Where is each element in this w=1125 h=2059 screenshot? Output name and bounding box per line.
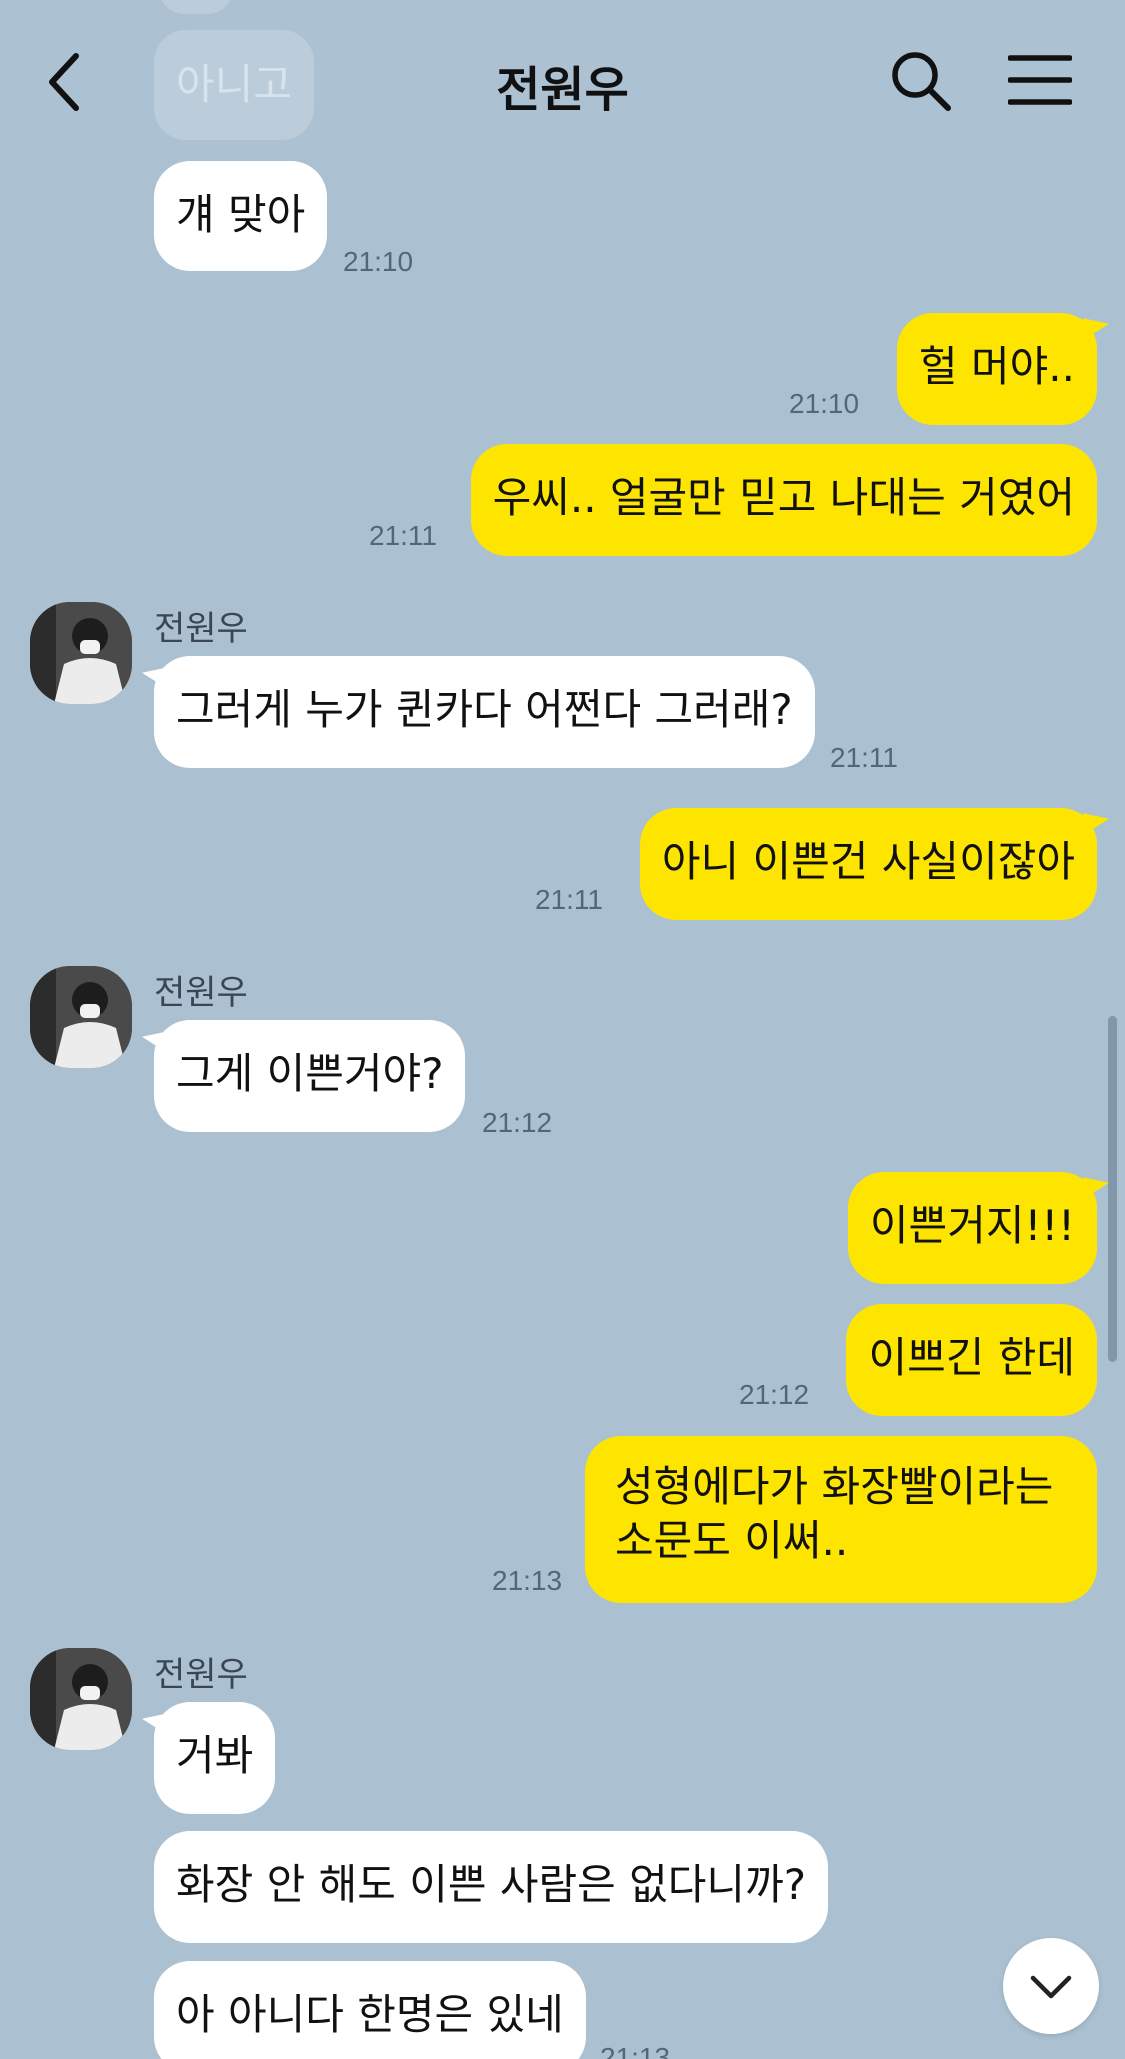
message-time: 21:12 bbox=[482, 1107, 553, 1138]
message-time: 21:10 bbox=[789, 388, 860, 419]
profile-photo-icon bbox=[30, 966, 132, 1068]
incoming-message-bubble[interactable]: 그러게 누가 퀸카다 어쩐다 그러래? bbox=[154, 656, 815, 768]
message-time: 21:11 bbox=[535, 884, 603, 915]
chevron-down-icon bbox=[1030, 1975, 1072, 1999]
outgoing-message-bubble[interactable]: 우씨.. 얼굴만 믿고 나대는 거였어 bbox=[470, 444, 1097, 556]
message-time: 21:10 bbox=[343, 246, 414, 277]
incoming-message-bubble[interactable]: 걔 맞아 bbox=[154, 161, 328, 271]
sender-name: 전원우 bbox=[154, 973, 248, 1013]
outgoing-message-bubble[interactable]: 이쁜거지!!! bbox=[847, 1172, 1097, 1284]
faded-previous-message: 아니고 bbox=[154, 30, 314, 140]
scroll-to-bottom-button[interactable] bbox=[1003, 1938, 1099, 2034]
outgoing-message-bubble[interactable]: 아니 이쁜건 사실이잖아 bbox=[639, 808, 1097, 920]
sender-name: 전원우 bbox=[154, 1655, 248, 1695]
chat-screen: 아니고 전원우 걔 맞아 21:10 헐 머야.. 21:10 우씨.. 얼굴만… bbox=[0, 0, 1125, 2059]
avatar[interactable] bbox=[30, 966, 132, 1068]
profile-photo-icon bbox=[30, 1648, 132, 1750]
sender-name: 전원우 bbox=[154, 609, 248, 649]
search-button[interactable] bbox=[888, 48, 954, 114]
outgoing-message-bubble[interactable]: 성형에다가 화장빨이라는 소문도 이써.. bbox=[585, 1436, 1097, 1603]
outgoing-message-bubble[interactable]: 이쁘긴 한데 bbox=[846, 1304, 1097, 1416]
search-icon bbox=[892, 52, 951, 111]
incoming-message-bubble[interactable]: 그게 이쁜거야? bbox=[154, 1020, 466, 1132]
message-time: 21:12 bbox=[739, 1379, 810, 1410]
menu-button[interactable] bbox=[1007, 52, 1073, 108]
profile-photo-icon bbox=[30, 602, 132, 704]
avatar[interactable] bbox=[30, 1648, 132, 1750]
incoming-message-bubble[interactable]: 화장 안 해도 이쁜 사람은 없다니까? bbox=[154, 1831, 829, 1943]
avatar[interactable] bbox=[30, 602, 132, 704]
hamburger-menu-icon bbox=[1007, 55, 1073, 105]
outgoing-message-bubble[interactable]: 헐 머야.. bbox=[897, 313, 1097, 425]
message-time: 21:13 bbox=[600, 2042, 671, 2059]
incoming-message-bubble[interactable]: 거봐 bbox=[154, 1702, 276, 1814]
message-time: 21:13 bbox=[492, 1565, 563, 1596]
message-line: 성형에다가 화장빨이라는 bbox=[615, 1462, 1054, 1511]
message-time: 21:11 bbox=[369, 520, 437, 551]
scrollbar-thumb[interactable] bbox=[1108, 1016, 1117, 1362]
incoming-message-bubble[interactable]: 아 아니다 한명은 있네 bbox=[154, 1961, 586, 2059]
message-time: 21:11 bbox=[830, 742, 898, 773]
message-line: 소문도 이써.. bbox=[615, 1516, 849, 1565]
